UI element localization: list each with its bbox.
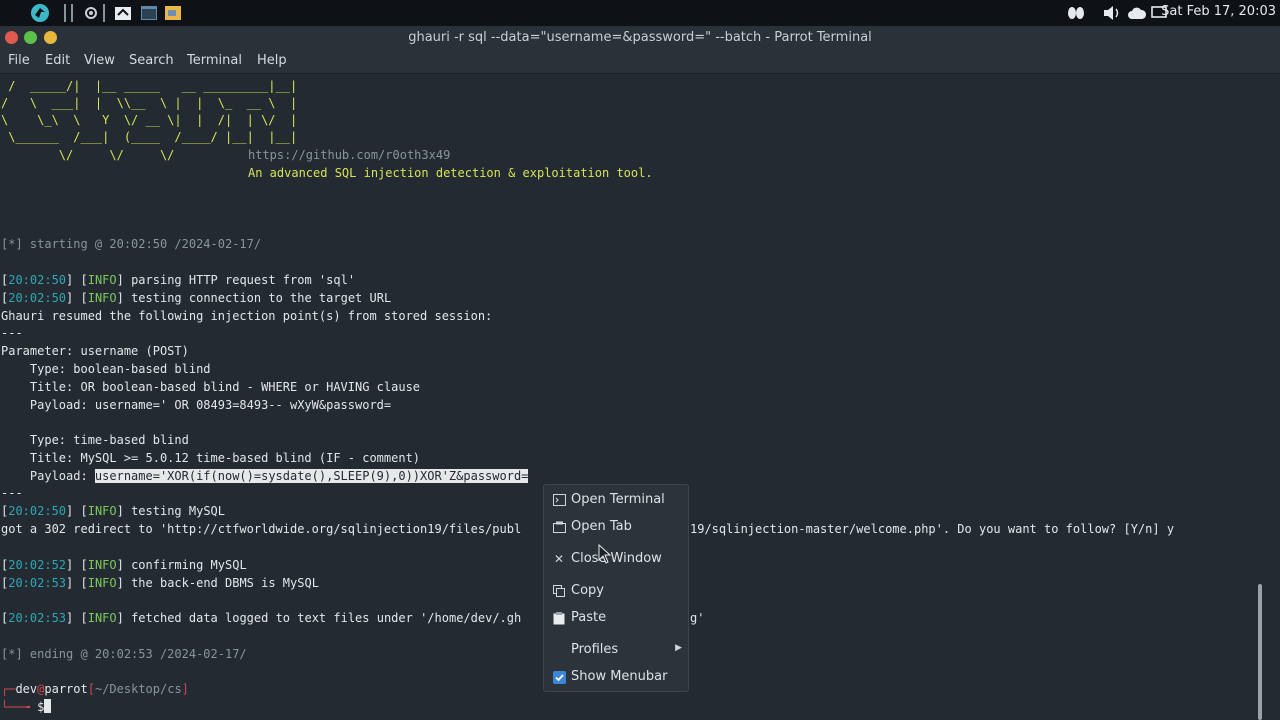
- log-line: [20:02:53] [INFO] fetched data logged to…: [1, 611, 522, 625]
- panel-clock[interactable]: Sat Feb 17, 20:03: [1161, 4, 1276, 19]
- network-icon[interactable]: [1066, 3, 1086, 23]
- ascii-art-line: \/ \/ \/: [1, 148, 233, 162]
- system-panel: Sat Feb 17, 20:03: [0, 0, 1280, 26]
- menu-item-show-menubar[interactable]: Show Menubar: [544, 665, 690, 689]
- menu-search[interactable]: Search: [129, 53, 174, 68]
- selected-payload-text[interactable]: username='XOR(if(now()=sysdate(),SLEEP(9…: [94, 469, 529, 483]
- close-icon: ✕: [553, 552, 565, 566]
- log-line: [20:02:50] [INFO] parsing HTTP request f…: [1, 273, 356, 287]
- prompt-line: ┌─dev@parrot[~/Desktop/cs]: [1, 682, 189, 696]
- menu-item-open-terminal[interactable]: Open Terminal: [544, 488, 690, 512]
- menu-help[interactable]: Help: [257, 53, 287, 68]
- parameter-line: Parameter: username (POST): [1, 344, 189, 358]
- checkbox-checked-icon[interactable]: [552, 670, 566, 684]
- menu-item-copy[interactable]: Copy: [544, 579, 690, 603]
- panel-separator: [64, 4, 66, 22]
- copy-icon: [552, 584, 566, 598]
- menu-item-open-tab[interactable]: Open Tab: [544, 515, 690, 539]
- log-line: [20:02:50] [INFO] testing MySQL: [1, 504, 226, 518]
- redirect-line: got a 302 redirect to 'http://ctfworldwi…: [1, 522, 522, 536]
- cloud-icon[interactable]: [1127, 3, 1147, 23]
- type-line: Type: time-based blind: [1, 433, 189, 447]
- terminal-icon: [552, 493, 566, 507]
- menu-item-paste[interactable]: Paste: [544, 606, 690, 630]
- terminal-icon[interactable]: [139, 3, 159, 23]
- panel-separator: [103, 4, 105, 22]
- log-line-tail: g': [690, 611, 705, 625]
- payload-line: Payload: username='XOR(if(now()=sysdate(…: [1, 469, 529, 483]
- tab-icon: [552, 520, 566, 534]
- starting-line: [*] starting @ 20:02:50 /2024-02-17/: [1, 237, 262, 251]
- resumed-line: Ghauri resumed the following injection p…: [1, 309, 493, 323]
- separator-line: ---: [1, 326, 23, 340]
- menu-item-close-window[interactable]: ✕ Close Window: [544, 547, 690, 571]
- ending-line: [*] ending @ 20:02:53 /2024-02-17/: [1, 647, 247, 661]
- type-line: Type: boolean-based blind: [1, 362, 211, 376]
- text-cursor: [44, 699, 52, 713]
- log-line: [20:02:52] [INFO] confirming MySQL: [1, 558, 247, 572]
- ascii-art-line: / \ ___| | \\__ \ | | \_ __ \ |: [1, 96, 298, 110]
- mouse-pointer-icon: [598, 544, 612, 564]
- ascii-art-line: \ \_\ \ Y \/ __ \| | /| | \/ |: [1, 113, 298, 127]
- volume-icon[interactable]: [1102, 3, 1122, 23]
- tool-tagline: An advanced SQL injection detection & ex…: [248, 166, 653, 180]
- ascii-art-line: / _____/| |__ _____ __ _________|__|: [1, 79, 298, 93]
- window-titlebar[interactable]: ghauri -r sql --data="username=&password…: [0, 26, 1280, 50]
- panel-separator: [71, 4, 73, 22]
- parrot-logo-icon[interactable]: [30, 3, 50, 23]
- menu-item-profiles[interactable]: Profiles ▶: [544, 638, 690, 662]
- menu-edit[interactable]: Edit: [45, 53, 70, 68]
- menubar: File Edit View Search Terminal Help: [0, 50, 1280, 74]
- text-editor-icon[interactable]: [163, 3, 183, 23]
- github-url: https://github.com/r0oth3x49: [248, 148, 451, 162]
- file-manager-icon[interactable]: [113, 3, 133, 23]
- log-line: [20:02:53] [INFO] the back-end DBMS is M…: [1, 576, 319, 590]
- log-line: [20:02:50] [INFO] testing connection to …: [1, 291, 392, 305]
- prompt-input-line[interactable]: └──╼ $: [1, 699, 52, 716]
- terminal-scrollbar[interactable]: [1258, 584, 1262, 720]
- context-menu: Open Terminal Open Tab ✕ Close Window Co…: [543, 484, 689, 692]
- menu-file[interactable]: File: [8, 53, 30, 68]
- payload-line: Payload: username=' OR 08493=8493-- wXyW…: [1, 398, 392, 412]
- settings-icon[interactable]: [81, 3, 101, 23]
- ascii-art-line: \______ /___| (____ /____/ |__| |__|: [1, 130, 298, 144]
- title-line: Title: MySQL >= 5.0.12 time-based blind …: [1, 451, 421, 465]
- menu-terminal[interactable]: Terminal: [187, 53, 242, 68]
- window-title: ghauri -r sql --data="username=&password…: [408, 30, 872, 45]
- paste-icon: [552, 611, 566, 625]
- title-line: Title: OR boolean-based blind - WHERE or…: [1, 380, 421, 394]
- menu-view[interactable]: View: [84, 53, 115, 68]
- redirect-line-tail: 19/sqlinjection-master/welcome.php'. Do …: [690, 522, 1175, 536]
- submenu-arrow-icon: ▶: [675, 643, 682, 653]
- separator-line: ---: [1, 486, 23, 500]
